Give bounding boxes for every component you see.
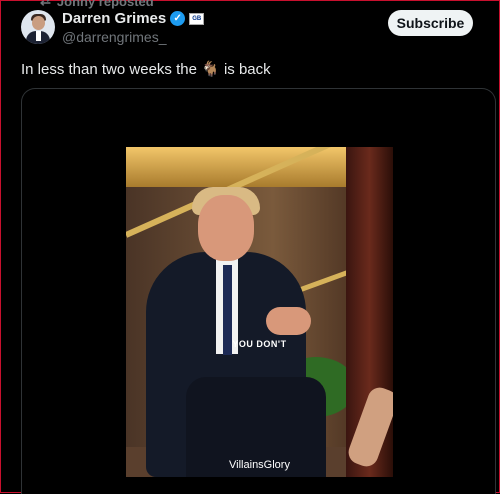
author-name[interactable]: Darren Grimes ✓ GB [62, 10, 205, 27]
video-caption: YOU DON'T [232, 339, 287, 349]
avatar[interactable] [21, 10, 55, 44]
affiliation-badge[interactable]: GB [189, 12, 205, 25]
author-name-text: Darren Grimes [62, 10, 167, 27]
repost-label: Jonny reposted [56, 0, 154, 9]
author-handle[interactable]: @darrengrimes_ [62, 29, 166, 45]
repost-indicator[interactable]: ⇄ Jonny reposted [40, 0, 154, 9]
tweet-text: In less than two weeks the 🐐 is back [21, 60, 271, 78]
subscribe-button[interactable]: Subscribe [388, 10, 473, 36]
verified-badge-icon: ✓ [170, 11, 186, 26]
goat-emoji: 🐐 [201, 61, 220, 78]
tweet-text-before: In less than two weeks the [21, 61, 197, 78]
video-player[interactable]: YOU DON'T VillainsGlory [126, 147, 393, 477]
media-container[interactable]: YOU DON'T VillainsGlory [21, 88, 496, 494]
repost-icon: ⇄ [40, 0, 51, 8]
tweet-text-after: is back [223, 61, 271, 78]
video-watermark: VillainsGlory [229, 459, 290, 471]
